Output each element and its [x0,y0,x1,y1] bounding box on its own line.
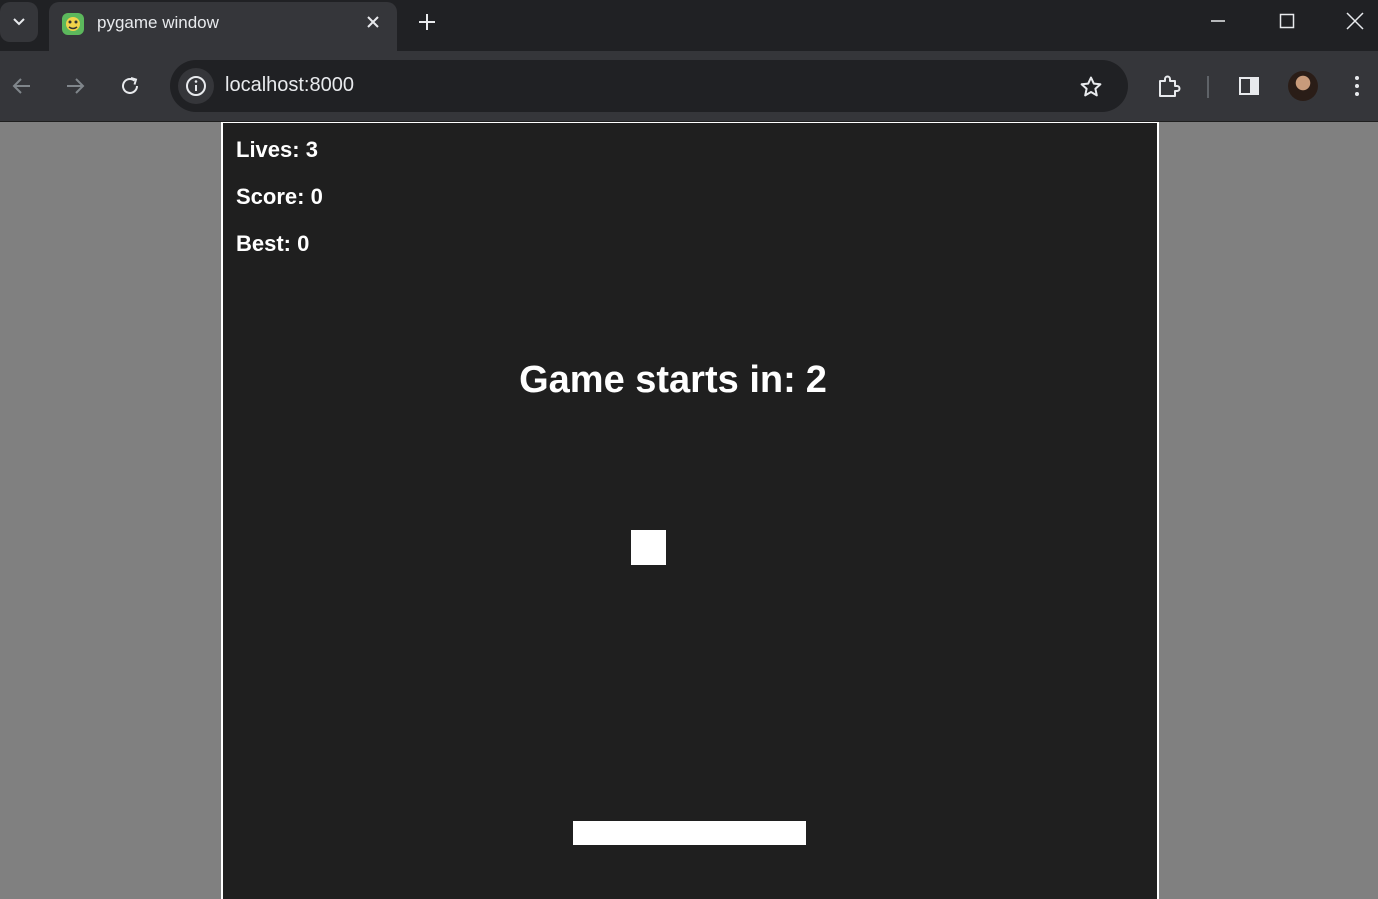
site-info-button[interactable] [178,68,214,104]
back-button[interactable] [7,71,37,101]
reload-button[interactable] [115,71,145,101]
lives-label: Lives: [236,137,300,162]
score-label: Score: [236,184,305,209]
game-canvas[interactable]: Lives: 3 Score: 0 Best: 0 Game starts in… [221,122,1159,899]
url-text[interactable]: localhost:8000 [225,74,354,97]
countdown-value: 2 [805,359,827,401]
arrow-left-icon [12,78,30,94]
star-icon [1080,76,1102,97]
side-panel-button[interactable] [1234,71,1264,101]
active-tab[interactable]: pygame window [49,2,397,51]
score-value: 0 [310,184,323,209]
reload-icon [122,77,138,94]
score-display: Score: 0 [236,184,323,210]
browser-tab-strip: pygame window [0,0,1378,51]
more-vertical-icon [1355,76,1359,96]
puzzle-icon [1159,75,1181,97]
close-icon [1346,12,1364,30]
minimize-icon [1211,20,1225,22]
maximize-icon [1279,13,1295,29]
pygame-favicon-icon [62,13,84,35]
paddle [573,821,806,845]
chevron-down-icon [13,18,25,26]
arrow-right-icon [67,78,85,94]
profile-avatar[interactable] [1288,71,1318,101]
ball [631,530,666,565]
lives-display: Lives: 3 [236,137,318,163]
tab-search-button[interactable] [0,2,38,42]
browser-toolbar: localhost:8000 [0,51,1378,122]
tab-title: pygame window [97,13,219,32]
toolbar-divider [1207,76,1209,98]
minimize-button[interactable] [1203,6,1233,36]
browser-menu-button[interactable] [1342,71,1372,101]
extensions-button[interactable] [1154,71,1184,101]
close-icon [367,16,379,28]
countdown-message: Game starts in: 2 [223,359,1123,402]
best-display: Best: 0 [236,231,309,257]
best-label: Best: [236,231,292,256]
address-bar[interactable]: localhost:8000 [170,60,1128,112]
plus-icon [419,14,435,30]
window-close-button[interactable] [1340,6,1370,36]
new-tab-button[interactable] [414,9,440,35]
side-panel-icon [1239,77,1259,95]
tab-close-button[interactable] [363,12,383,32]
countdown-label: Game starts in: [519,359,796,401]
lives-value: 3 [305,137,318,162]
maximize-button[interactable] [1272,6,1302,36]
best-value: 0 [297,231,310,256]
bookmark-button[interactable] [1076,72,1106,102]
info-icon [186,76,206,96]
forward-button[interactable] [60,71,90,101]
